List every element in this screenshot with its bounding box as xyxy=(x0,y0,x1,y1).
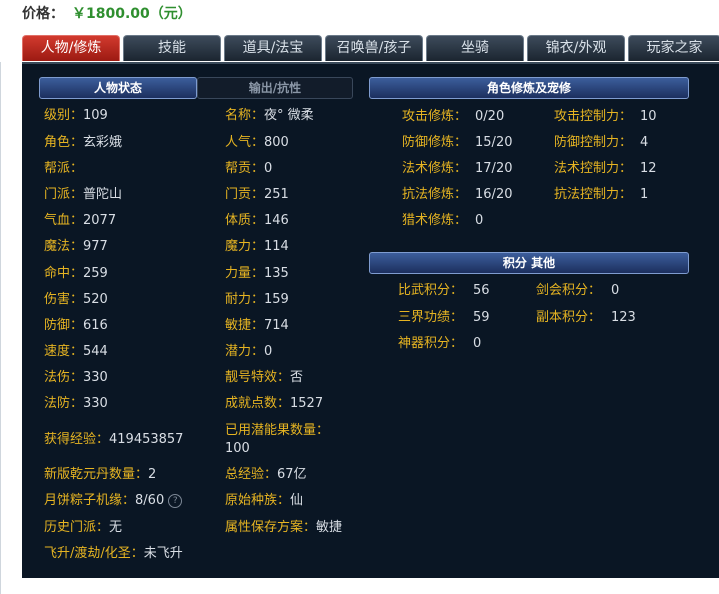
stat-experience: 获得经验：419453857 xyxy=(44,432,184,447)
tab-bar: 人物/修炼 技能 道具/法宝 召唤兽/孩子 坐骑 锦衣/外观 玩家之家 xyxy=(22,35,719,62)
stat-magic-defense: 法防：330 xyxy=(44,396,108,411)
tab-character[interactable]: 人物/修炼 xyxy=(22,35,120,61)
control-defense: 防御控制力： 4 xyxy=(554,135,649,150)
stat-guild: 帮派： xyxy=(44,161,84,176)
stat-potential: 潜力：0 xyxy=(225,344,273,359)
stat-name: 名称：夜° 微柔 xyxy=(225,108,314,123)
control-attack: 攻击控制力： 10 xyxy=(554,109,657,124)
stat-potential-fruit: 已用潜能果数量： 100 xyxy=(225,423,330,456)
section-status-header[interactable]: 人物状态 xyxy=(39,77,197,99)
info-panel: 人物状态 输出/抗性 角色修炼及宠修 积分 其他 级别：109 角色：玄彩娥 帮… xyxy=(22,62,719,578)
price-row: 价格： ￥1800.00（元） xyxy=(22,4,192,24)
stat-school-contribution: 门贡：251 xyxy=(225,187,289,202)
stat-qianyuandan: 新版乾元丹数量：2 xyxy=(44,467,157,482)
control-spell: 法术控制力： 12 xyxy=(554,161,657,176)
control-resist: 抗法控制力： 1 xyxy=(554,187,649,202)
stat-school: 门派：普陀山 xyxy=(44,187,123,202)
price-unit: （元） xyxy=(149,6,192,22)
stat-history-school: 历史门派：无 xyxy=(44,520,123,535)
points-arena: 比武积分： 56 xyxy=(398,283,490,298)
stat-magic-power: 魔力：114 xyxy=(225,239,289,254)
section-output-header[interactable]: 输出/抗性 xyxy=(197,77,353,99)
stat-achievement: 成就点数：1527 xyxy=(225,396,324,411)
tab-appearance[interactable]: 锦衣/外观 xyxy=(527,35,625,61)
stat-original-race: 原始种族：仙 xyxy=(225,493,304,508)
points-artifact: 神器积分： 0 xyxy=(398,336,482,351)
cultivation-defense: 防御修炼： 15/20 xyxy=(402,135,513,150)
tab-skills[interactable]: 技能 xyxy=(123,35,221,61)
stat-ascension: 飞升/渡劫/化圣：未飞升 xyxy=(44,546,183,561)
stat-guild-contribution: 帮贡：0 xyxy=(225,161,273,176)
stat-agility: 敏捷：714 xyxy=(225,318,289,333)
tab-home[interactable]: 玩家之家 xyxy=(628,35,719,61)
cultivation-resist: 抗法修炼： 16/20 xyxy=(402,187,513,202)
stat-hp: 气血：2077 xyxy=(44,213,117,228)
stat-magic-damage: 法伤：330 xyxy=(44,370,108,385)
points-sword: 剑会积分： 0 xyxy=(536,283,620,298)
tab-mounts[interactable]: 坐骑 xyxy=(426,35,524,61)
left-border xyxy=(0,62,1,594)
stat-constitution: 体质：146 xyxy=(225,213,289,228)
stat-level: 级别：109 xyxy=(44,108,108,123)
stat-role: 角色：玄彩娥 xyxy=(44,135,123,150)
stat-total-experience: 总经验：67亿 xyxy=(225,467,307,482)
points-merit: 三界功绩： 59 xyxy=(398,310,490,325)
price-label: 价格： xyxy=(22,6,64,22)
stat-defense: 防御：616 xyxy=(44,318,108,333)
tab-pets[interactable]: 召唤兽/孩子 xyxy=(325,35,423,61)
stat-speed: 速度：544 xyxy=(44,344,108,359)
points-dungeon: 副本积分： 123 xyxy=(536,310,636,325)
price-value: ￥1800.00 xyxy=(72,6,150,22)
stat-save-scheme: 属性保存方案：敏捷 xyxy=(225,520,343,535)
stat-mooncake-chance: 月饼粽子机缘：8/60? xyxy=(44,492,183,510)
question-circle-icon[interactable]: ? xyxy=(168,493,183,508)
stat-endurance: 耐力：159 xyxy=(225,292,289,307)
tab-items[interactable]: 道具/法宝 xyxy=(224,35,322,61)
stat-mp: 魔法：977 xyxy=(44,239,108,254)
stat-popularity: 人气：800 xyxy=(225,135,289,150)
stat-special-id: 靓号特效：否 xyxy=(225,370,304,385)
cultivation-hunting: 猎术修炼： 0 xyxy=(402,213,484,228)
stat-damage: 伤害：520 xyxy=(44,292,108,307)
stat-hit: 命中：259 xyxy=(44,266,108,281)
stat-strength: 力量：135 xyxy=(225,266,289,281)
cultivation-attack: 攻击修炼： 0/20 xyxy=(402,109,505,124)
section-points-header: 积分 其他 xyxy=(369,252,689,274)
cultivation-spell: 法术修炼： 17/20 xyxy=(402,161,513,176)
section-cultivation-header: 角色修炼及宠修 xyxy=(369,77,689,99)
